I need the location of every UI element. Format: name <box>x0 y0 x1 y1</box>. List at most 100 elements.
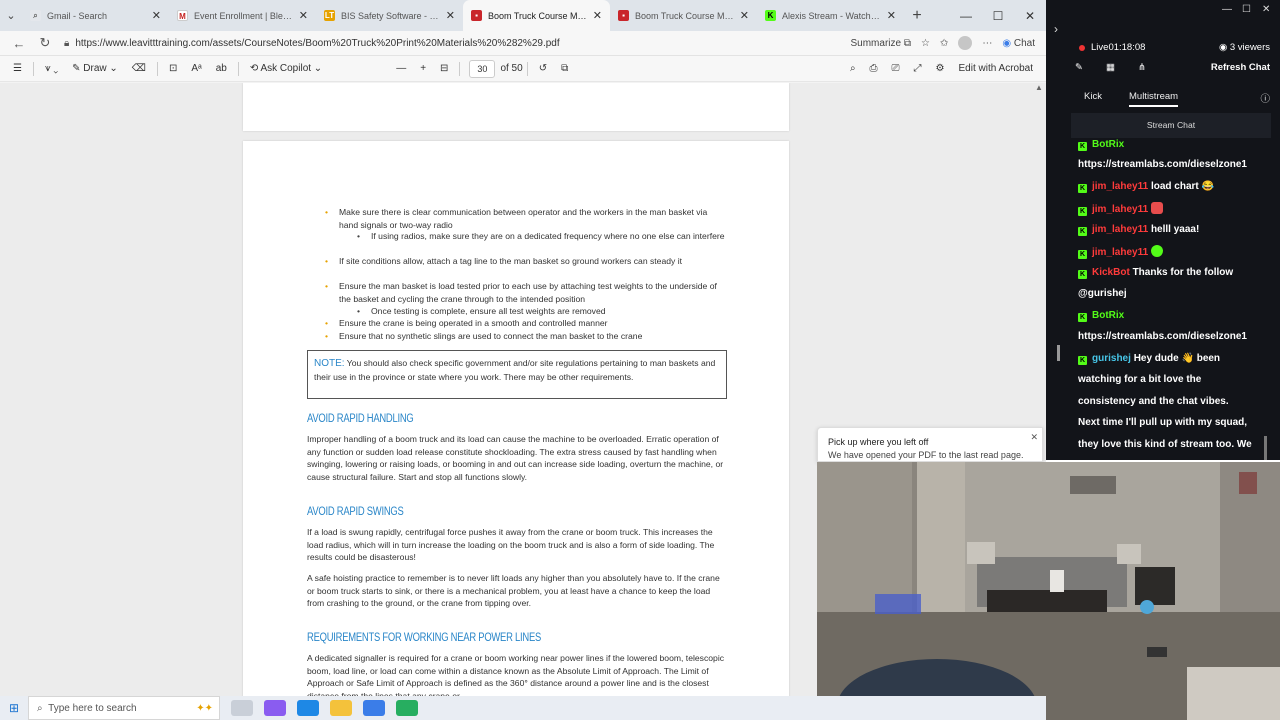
translate-icon[interactable]: ab <box>216 63 227 74</box>
expand-chevron-icon[interactable]: › <box>1054 22 1058 36</box>
tab-gmail[interactable]: ⌕ Gmail - Search ✕ <box>22 0 169 31</box>
chat-text: Hey dude 👋 been <box>1133 353 1221 364</box>
close-icon[interactable]: ✕ <box>1262 4 1270 15</box>
chat-messages[interactable]: K BotRix https://streamlabs.com/dieselzon… <box>1071 139 1279 460</box>
kick-badge-icon: K <box>1078 227 1087 236</box>
refresh-icon[interactable]: ↻ <box>32 35 58 51</box>
tab-label: Gmail - Search <box>47 10 108 21</box>
refresh-chat-button[interactable]: Refresh Chat <box>1211 62 1270 73</box>
favorite-star-icon[interactable]: ☆ <box>921 38 930 49</box>
new-tab-button[interactable]: + <box>904 0 930 31</box>
page-scrollbar-thumb[interactable] <box>1057 345 1060 361</box>
summarize-label: Summarize <box>850 37 902 49</box>
live-indicator: Live 01:18:08 <box>1079 42 1145 53</box>
webcam-overlay <box>817 462 1280 720</box>
tab-kick[interactable]: Kick <box>1084 91 1102 102</box>
close-icon[interactable]: ✕ <box>152 9 161 22</box>
fit-page-icon[interactable]: ⊟ <box>440 63 448 74</box>
zoom-out-icon[interactable]: — <box>396 63 406 74</box>
copilot-icon[interactable] <box>264 700 286 716</box>
chat-message: Kjim_lahey11 <box>1078 245 1164 259</box>
bullet-item: If site conditions allow, attach a tag l… <box>325 255 721 268</box>
emote-icon <box>1151 202 1164 214</box>
info-icon[interactable]: ⓘ <box>1260 91 1270 105</box>
tab-event-enrollment[interactable]: M Event Enrollment | Blended O ✕ <box>169 0 316 31</box>
close-icon[interactable]: ✕ <box>1030 432 1038 443</box>
zoom-in-icon[interactable]: + <box>420 63 426 74</box>
save-icon[interactable]: ⎚ <box>892 63 900 74</box>
profile-avatar[interactable] <box>958 36 973 50</box>
summarize-button[interactable]: Summarize ⧉ <box>851 38 912 49</box>
window-controls: — ☐ ✕ <box>950 0 1046 31</box>
chat-message-continuation: Next time I'll pull up with my squad, <box>1078 417 1247 428</box>
draw-button[interactable]: ✎ Draw ⌄ <box>72 63 118 74</box>
page-total: of 50 <box>500 63 523 74</box>
file-explorer-icon[interactable] <box>330 700 352 716</box>
dashboard-icon[interactable]: ▦ <box>1106 62 1115 73</box>
app-icon[interactable] <box>396 700 418 716</box>
task-view-icon[interactable] <box>231 700 253 716</box>
close-icon[interactable]: ✕ <box>593 9 602 22</box>
more-menu-icon[interactable]: ⋯ <box>982 38 992 49</box>
edit-with-acrobat-button[interactable]: Edit with Acrobat <box>959 63 1033 74</box>
tab-alexis-stream[interactable]: K Alexis Stream - Watch Live ✕ <box>757 0 904 31</box>
close-window-icon[interactable]: ✕ <box>1014 0 1046 31</box>
bullet-item: Ensure the crane is being operated in a … <box>325 317 721 330</box>
fullscreen-icon[interactable]: ⤢ <box>914 63 922 74</box>
chat-tabs: Kick Multistream ⓘ <box>1046 91 1280 111</box>
resume-reading-toast[interactable]: Pick up where you left off We have opene… <box>817 427 1043 462</box>
maximize-icon[interactable]: ☐ <box>1242 4 1251 15</box>
chat-scrollbar[interactable] <box>1264 436 1267 460</box>
chat-message-continuation: consistency and the chat vibes. <box>1078 396 1229 407</box>
divider <box>526 61 528 76</box>
tab-multistream[interactable]: Multistream <box>1129 91 1179 107</box>
scroll-up-icon[interactable]: ▲ <box>1035 83 1043 92</box>
settings-gear-icon[interactable]: ⚙ <box>936 63 945 74</box>
viewer-count: ◉ 3 viewers <box>1219 42 1270 53</box>
chat-message: K BotRix <box>1078 310 1124 322</box>
chat-message-continuation: they love this kind of stream too. We <box>1078 439 1252 450</box>
draw-label: Draw <box>83 63 107 74</box>
text-box-icon[interactable]: ⊡ <box>169 63 177 74</box>
edge-icon[interactable] <box>297 700 319 716</box>
tab-boom-truck-2[interactable]: ▪ Boom Truck Course Materials ✕ <box>610 0 757 31</box>
find-icon[interactable]: ⌕ <box>850 63 856 74</box>
chat-message: K KickBot Thanks for the follow <box>1078 267 1233 279</box>
chat-label: Chat <box>1013 37 1035 49</box>
lock-icon: 🔒︎ <box>64 37 70 49</box>
copilot-chat-button[interactable]: ◉ Chat <box>1002 38 1035 49</box>
stream-sidebar: › — ☐ ✕ Live 01:18:08 ◉ 3 viewers ✎ ▦ ⋔ … <box>1046 0 1280 460</box>
read-aloud-icon[interactable]: A͏ᵃ <box>191 63 201 74</box>
close-icon[interactable]: ✕ <box>887 9 896 22</box>
address-bar: ← ↻ 🔒︎ https://www.leavitttraining.com/a… <box>0 31 1046 56</box>
share-icon[interactable]: ⋔ <box>1138 62 1146 73</box>
minimize-icon[interactable]: — <box>950 0 982 31</box>
store-icon[interactable] <box>363 700 385 716</box>
note-box: NOTE: You should also check specific gov… <box>307 350 727 399</box>
tab-list-chevron-icon[interactable]: ⌄ <box>0 0 22 31</box>
edit-pencil-icon[interactable]: ✎ <box>1075 62 1083 73</box>
close-icon[interactable]: ✕ <box>740 9 749 22</box>
tab-bis-safety[interactable]: LT BIS Safety Software - Boom Tr ✕ <box>316 0 463 31</box>
highlight-icon[interactable]: ⩛ ⌄ <box>45 63 58 74</box>
maximize-icon[interactable]: ☐ <box>982 0 1014 31</box>
taskbar-search-input[interactable]: ⌕ Type here to search ✦✦ <box>28 696 220 720</box>
back-icon[interactable]: ← <box>6 36 32 51</box>
url-field[interactable]: 🔒︎ https://www.leavitttraining.com/asset… <box>58 34 846 53</box>
ask-copilot-button[interactable]: ⟲ Ask Copilot ⌄ <box>250 63 322 74</box>
close-icon[interactable]: ✕ <box>446 9 455 22</box>
page-number-input[interactable]: 30 <box>469 59 496 78</box>
contents-icon[interactable]: ☰ <box>13 63 22 74</box>
erase-icon[interactable]: ⌫ <box>132 63 146 74</box>
close-icon[interactable]: ✕ <box>299 9 308 22</box>
bullet-item: Ensure the man basket is load tested pri… <box>325 280 721 305</box>
rotate-icon[interactable]: ↺ <box>539 63 547 74</box>
print-icon[interactable]: ⎙ <box>870 63 878 74</box>
page-view-icon[interactable]: ⧉ <box>561 63 568 74</box>
kick-badge-icon: K <box>1078 270 1087 279</box>
tab-boom-truck-active[interactable]: ▪ Boom Truck Course Materials ✕ <box>463 0 610 31</box>
favorites-icon[interactable]: ✩ <box>940 38 948 49</box>
tab-label: Boom Truck Course Materials <box>635 10 734 21</box>
windows-start-icon[interactable]: ⊞ <box>0 701 28 715</box>
minimize-icon[interactable]: — <box>1222 4 1232 15</box>
